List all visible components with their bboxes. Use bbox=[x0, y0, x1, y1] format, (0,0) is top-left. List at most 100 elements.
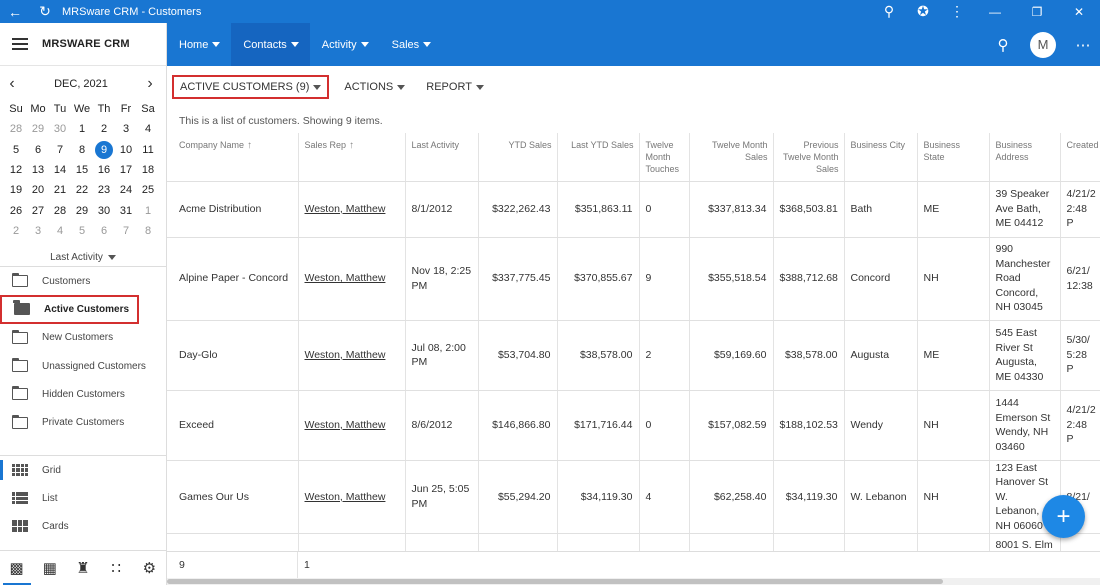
calendar-day[interactable]: 29 bbox=[27, 119, 49, 139]
calendar-day[interactable]: 19 bbox=[5, 180, 27, 200]
column-header-business-city[interactable]: Business City bbox=[843, 133, 917, 182]
actions-dropdown[interactable]: ACTIONS bbox=[338, 75, 411, 99]
scrollbar-thumb[interactable] bbox=[167, 579, 943, 584]
calendar-day[interactable]: 31 bbox=[115, 200, 137, 220]
sidebar-view-new-customers[interactable]: New Customers bbox=[0, 324, 166, 352]
calendar-day[interactable]: 9 bbox=[93, 140, 115, 160]
calendar-day[interactable]: 5 bbox=[71, 221, 93, 241]
calendar-day[interactable]: 6 bbox=[93, 221, 115, 241]
column-header-last-ytd-sales[interactable]: Last YTD Sales bbox=[556, 133, 639, 182]
minimize-icon[interactable]: — bbox=[974, 0, 1016, 23]
apps-grid-icon[interactable]: ∷ bbox=[106, 559, 126, 577]
table-row[interactable]: Exceed Weston, Matthew 8/6/2012 $146,866.80… bbox=[167, 390, 1100, 461]
calendar-day[interactable]: 2 bbox=[93, 119, 115, 139]
column-header-business-state[interactable]: Business State bbox=[916, 133, 989, 182]
office-icon[interactable]: ▦ bbox=[40, 559, 60, 577]
nav-menu-sales[interactable]: Sales bbox=[380, 23, 443, 66]
building-icon[interactable]: ▩ bbox=[2, 559, 31, 585]
sidebar-view-unassigned-customers[interactable]: Unassigned Customers bbox=[0, 352, 166, 380]
view-selector-dropdown[interactable]: ACTIVE CUSTOMERS (9) bbox=[172, 75, 330, 99]
table-row[interactable]: Day-Glo Weston, Matthew Jul 08, 2:00 PM $53… bbox=[167, 320, 1100, 391]
calendar-day[interactable]: 23 bbox=[93, 180, 115, 200]
nav-menu-contacts[interactable]: Contacts bbox=[231, 23, 310, 66]
hamburger-menu-icon[interactable] bbox=[12, 38, 28, 50]
layout-grid[interactable]: Grid bbox=[0, 456, 166, 484]
calendar-day[interactable]: 5 bbox=[5, 140, 27, 160]
calendar-day[interactable]: 2 bbox=[5, 221, 27, 241]
sidebar-view-customers[interactable]: Customers bbox=[0, 267, 166, 295]
table-row[interactable]: 8001 S. Elm bbox=[167, 533, 1100, 551]
column-header-created[interactable]: Created bbox=[1059, 133, 1100, 182]
layout-cards[interactable]: Cards bbox=[0, 512, 166, 540]
column-header-ytd-sales[interactable]: YTD Sales bbox=[477, 133, 557, 182]
calendar-day[interactable]: 13 bbox=[27, 160, 49, 180]
calendar-day[interactable]: 28 bbox=[5, 119, 27, 139]
column-header-prev-twelve-month-sales[interactable]: Previous Twelve Month Sales bbox=[772, 133, 844, 182]
calendar-filter-dropdown[interactable]: Last Activity bbox=[0, 246, 166, 268]
bank-icon[interactable]: ♜ bbox=[73, 559, 93, 577]
calendar-day[interactable]: 6 bbox=[27, 140, 49, 160]
avatar[interactable]: M bbox=[1030, 31, 1056, 58]
sidebar-view-active-customers[interactable]: Active Customers bbox=[0, 295, 139, 324]
restore-icon[interactable]: ❐ bbox=[1016, 0, 1058, 23]
calendar-day[interactable]: 8 bbox=[71, 140, 93, 160]
gear-icon[interactable]: ⚙ bbox=[139, 559, 159, 577]
layout-list[interactable]: List bbox=[0, 484, 166, 512]
calendar-day[interactable]: 26 bbox=[5, 200, 27, 220]
calendar-day[interactable]: 12 bbox=[5, 160, 27, 180]
calendar-day[interactable]: 27 bbox=[27, 200, 49, 220]
calendar-day[interactable]: 7 bbox=[49, 140, 71, 160]
calendar-day[interactable]: 4 bbox=[137, 119, 159, 139]
calendar-day[interactable]: 3 bbox=[115, 119, 137, 139]
table-row[interactable]: Games Our Us Weston, Matthew Jun 25, 5:05 … bbox=[167, 460, 1100, 534]
calendar-day[interactable]: 17 bbox=[115, 160, 137, 180]
calendar-day[interactable]: 20 bbox=[27, 180, 49, 200]
chevron-left-icon[interactable]: ‹ bbox=[6, 75, 18, 93]
arrow-left-icon[interactable]: ← bbox=[0, 0, 30, 23]
table-row[interactable]: Alpine Paper - Concord Weston, Matthew Nov… bbox=[167, 237, 1100, 321]
calendar-day[interactable]: 16 bbox=[93, 160, 115, 180]
calendar-day[interactable]: 4 bbox=[49, 221, 71, 241]
calendar-day[interactable]: 14 bbox=[49, 160, 71, 180]
close-icon[interactable]: ✕ bbox=[1058, 0, 1100, 23]
report-dropdown[interactable]: REPORT bbox=[420, 75, 490, 99]
calendar-day[interactable]: 30 bbox=[93, 200, 115, 220]
sales-rep-link[interactable]: Weston, Matthew bbox=[305, 272, 386, 284]
calendar-day[interactable]: 3 bbox=[27, 221, 49, 241]
horizontal-scrollbar[interactable] bbox=[167, 578, 1100, 585]
calendar-day[interactable]: 1 bbox=[71, 119, 93, 139]
calendar-day[interactable]: 21 bbox=[49, 180, 71, 200]
calendar-day[interactable]: 11 bbox=[137, 140, 159, 160]
column-header-company[interactable]: Company Name ↑ bbox=[167, 133, 298, 182]
column-header-last-activity[interactable]: Last Activity bbox=[404, 133, 478, 182]
refresh-icon[interactable]: ↻ bbox=[30, 0, 60, 23]
calendar-day[interactable]: 29 bbox=[71, 200, 93, 220]
more-horizontal-icon[interactable]: ⋯ bbox=[1066, 23, 1100, 66]
sales-rep-link[interactable]: Weston, Matthew bbox=[305, 419, 386, 431]
add-fab-button[interactable]: + bbox=[1042, 495, 1085, 538]
nav-menu-activity[interactable]: Activity bbox=[310, 23, 380, 66]
calendar-day[interactable]: 1 bbox=[137, 200, 159, 220]
calendar-day[interactable]: 8 bbox=[137, 221, 159, 241]
nav-menu-home[interactable]: Home bbox=[167, 23, 231, 66]
zoom-icon[interactable]: ⚲ bbox=[872, 0, 906, 23]
calendar-day[interactable]: 28 bbox=[49, 200, 71, 220]
calendar-day[interactable]: 30 bbox=[49, 119, 71, 139]
sidebar-view-private-customers[interactable]: Private Customers bbox=[0, 408, 166, 436]
calendar-day[interactable]: 10 bbox=[115, 140, 137, 160]
chevron-right-icon[interactable]: › bbox=[144, 75, 156, 93]
sales-rep-link[interactable]: Weston, Matthew bbox=[305, 491, 386, 503]
more-vertical-icon[interactable]: ⋮ bbox=[940, 0, 974, 23]
search-icon[interactable]: ⚲ bbox=[986, 23, 1020, 66]
puzzle-icon[interactable]: ✪ bbox=[906, 0, 940, 23]
calendar-day[interactable]: 7 bbox=[115, 221, 137, 241]
sales-rep-link[interactable]: Weston, Matthew bbox=[305, 349, 386, 361]
calendar-day[interactable]: 15 bbox=[71, 160, 93, 180]
table-row[interactable]: Acme Distribution Weston, Matthew 8/1/2012… bbox=[167, 181, 1100, 238]
column-header-business-address[interactable]: Business Address bbox=[988, 133, 1060, 182]
calendar-day[interactable]: 22 bbox=[71, 180, 93, 200]
calendar-day[interactable]: 25 bbox=[137, 180, 159, 200]
sales-rep-link[interactable]: Weston, Matthew bbox=[305, 203, 386, 215]
calendar-day[interactable]: 18 bbox=[137, 160, 159, 180]
calendar-day[interactable]: 24 bbox=[115, 180, 137, 200]
